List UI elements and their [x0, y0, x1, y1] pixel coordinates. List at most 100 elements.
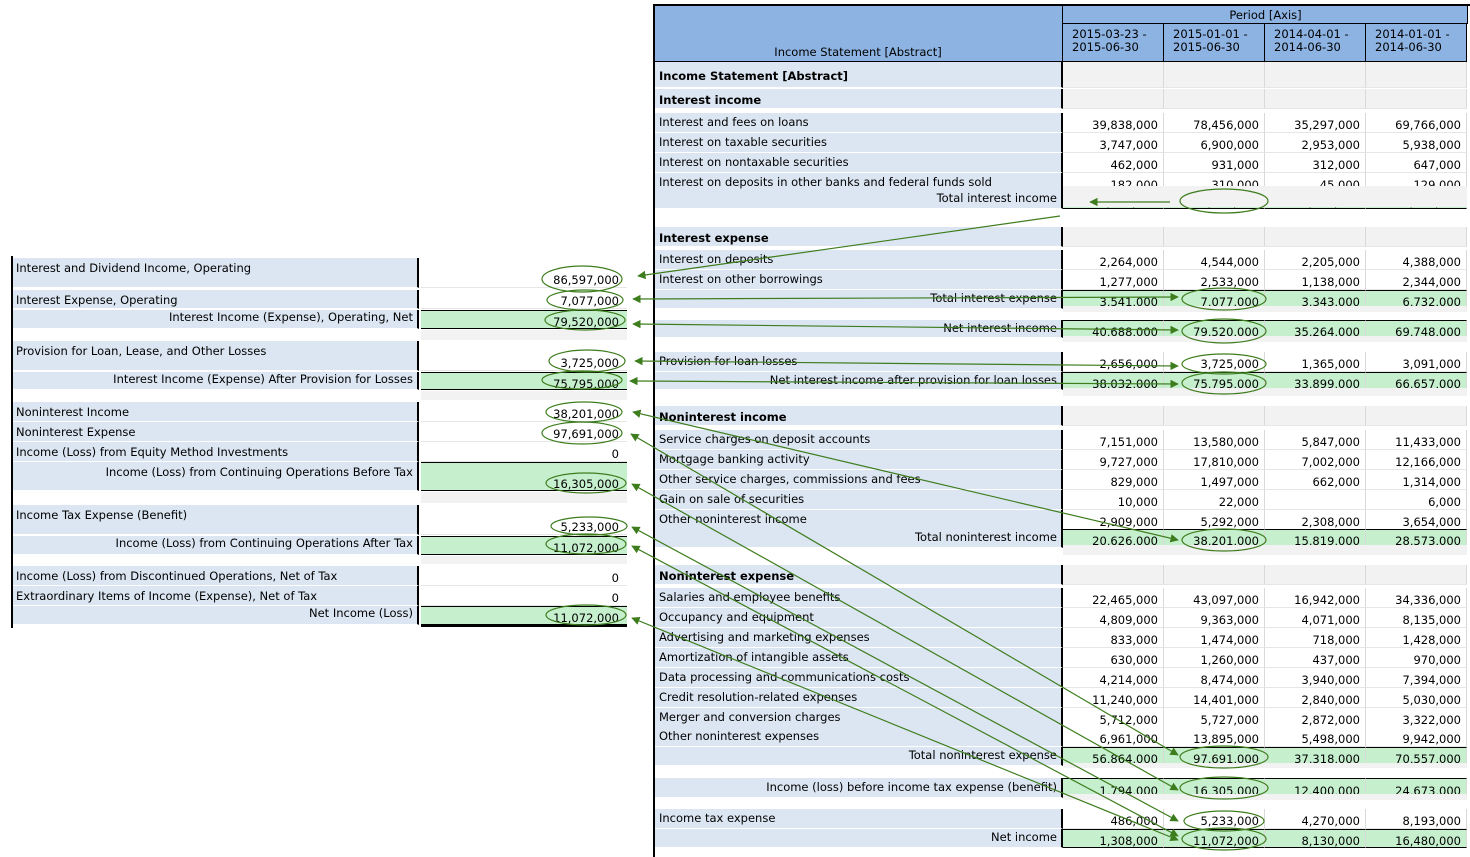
value-cell: 5,292,000 — [1164, 510, 1265, 530]
value-cell: 5,727,000 — [1164, 708, 1265, 728]
left-row-label: Income (Loss) from Equity Method Investm… — [13, 442, 419, 462]
abstract-header-cell: Income Statement [Abstract] — [655, 6, 1063, 62]
left-value-cell: 3,725,000 — [421, 341, 627, 371]
value-cell: 8,135,000 — [1366, 608, 1467, 628]
value-cell: 22,000 — [1164, 490, 1265, 510]
left-value-cell: 5,233,000 — [421, 505, 627, 535]
value-cell: 2,533,000 — [1164, 270, 1265, 290]
row-label: Credit resolution-related expenses — [655, 688, 1063, 708]
blank-cell — [1366, 545, 1467, 555]
row-label: Mortgage banking activity — [655, 450, 1063, 470]
left-row-label: Noninterest Income — [13, 402, 419, 422]
value-cell: 970,000 — [1366, 648, 1467, 668]
left-row-label: Interest Income (Expense), Operating, Ne… — [13, 310, 419, 329]
left-value-cell: 0 — [421, 586, 627, 606]
period-header-4: 2014-01-01 - 2014-06-30 — [1366, 24, 1467, 62]
value-cell: 13,580,000 — [1164, 430, 1265, 450]
row-label: Interest on other borrowings — [655, 270, 1063, 290]
value-cell: 1,260,000 — [1164, 648, 1265, 668]
value-cell: 5,938,000 — [1366, 133, 1467, 153]
value-cell: 35,297,000 — [1265, 113, 1366, 133]
blank-cell — [1164, 545, 1265, 555]
blank-cell — [1063, 186, 1164, 207]
value-cell: 437,000 — [1265, 648, 1366, 668]
value-cell: 662,000 — [1265, 470, 1366, 490]
row-label: Total noninterest expense — [655, 747, 1063, 766]
blank-cell — [1164, 763, 1265, 768]
value-cell: 2,308,000 — [1265, 510, 1366, 530]
value-cell: 2,264,000 — [1063, 250, 1164, 270]
value-cell — [1265, 62, 1366, 88]
row-label: Total noninterest income — [655, 529, 1063, 548]
value-cell: 3,091,000 — [1366, 352, 1467, 372]
blank-cell — [1164, 336, 1265, 342]
blank-cell — [1164, 306, 1265, 312]
value-cell: 5,847,000 — [1265, 430, 1366, 450]
value-cell: 1,277,000 — [1063, 270, 1164, 290]
row-label: Salaries and employee benefits — [655, 588, 1063, 608]
blank-cell — [1366, 763, 1467, 768]
left-table-bottom-rule — [421, 625, 627, 627]
left-row-label: Interest Income (Expense) After Provisio… — [13, 372, 419, 390]
value-cell: 4,809,000 — [1063, 608, 1164, 628]
left-value-cell: 16,305,000 — [421, 462, 627, 491]
left-value-cell: 7,077,000 — [421, 290, 627, 309]
value-cell: 11,433,000 — [1366, 430, 1467, 450]
row-label: Net income — [655, 829, 1063, 848]
blank-cell — [1063, 388, 1164, 396]
left-row-label: Income Tax Expense (Benefit) — [13, 505, 419, 535]
blank-cell — [1265, 306, 1366, 312]
value-cell — [1366, 227, 1467, 247]
value-cell: 8,474,000 — [1164, 668, 1265, 688]
value-cell: 7,002,000 — [1265, 450, 1366, 470]
value-cell: 9,727,000 — [1063, 450, 1164, 470]
left-row-label: Income (Loss) from Continuing Operations… — [13, 536, 419, 555]
value-cell: 5,030,000 — [1366, 688, 1467, 708]
blank-cell — [1366, 336, 1467, 342]
value-cell: 9,942,000 — [1366, 727, 1467, 747]
value-cell — [1265, 490, 1366, 510]
value-cell: 1,138,000 — [1265, 270, 1366, 290]
value-cell — [1063, 227, 1164, 247]
row-label: Interest and fees on loans — [655, 113, 1063, 133]
blank-cell — [1164, 186, 1265, 207]
value-cell — [1164, 227, 1265, 247]
value-cell — [1164, 89, 1265, 109]
value-cell: 833,000 — [1063, 628, 1164, 648]
row-label: Other service charges, commissions and f… — [655, 470, 1063, 490]
period-header-3: 2014-04-01 - 2014-06-30 — [1265, 24, 1366, 62]
value-cell — [1164, 406, 1265, 426]
value-cell: 3,940,000 — [1265, 668, 1366, 688]
value-cell: 5,498,000 — [1265, 727, 1366, 747]
row-label: Interest income — [655, 89, 1063, 109]
value-cell — [1063, 565, 1164, 585]
value-cell: 2,840,000 — [1265, 688, 1366, 708]
blank-cell — [1366, 388, 1467, 396]
value-cell: 69,766,000 — [1366, 113, 1467, 133]
value-cell: 718,000 — [1265, 628, 1366, 648]
row-label: Income tax expense — [655, 809, 1063, 829]
value-cell: 1,308,000 — [1063, 829, 1164, 848]
value-cell — [1063, 62, 1164, 88]
value-cell — [1265, 227, 1366, 247]
row-label: Total interest income — [655, 190, 1063, 209]
left-blank-cell — [421, 330, 627, 340]
row-label: Provision for loan losses — [655, 352, 1063, 372]
value-cell — [1366, 62, 1467, 88]
value-cell: 34,336,000 — [1366, 588, 1467, 608]
value-cell: 312,000 — [1265, 153, 1366, 173]
left-value-cell: 0 — [421, 442, 627, 462]
blank-cell — [1265, 336, 1366, 342]
blank-cell — [1366, 186, 1467, 207]
row-label: Amortization of intangible assets — [655, 648, 1063, 668]
row-label: Merger and conversion charges — [655, 708, 1063, 728]
blank-cell — [1265, 186, 1366, 207]
row-label: Interest on nontaxable securities — [655, 153, 1063, 173]
value-cell: 2,953,000 — [1265, 133, 1366, 153]
row-label: Interest on taxable securities — [655, 133, 1063, 153]
left-row-label: Extraordinary Items of Income (Expense),… — [13, 586, 419, 606]
blank-cell — [1265, 794, 1366, 800]
left-value-cell: 11,072,000 — [421, 606, 627, 625]
value-cell: 43,097,000 — [1164, 588, 1265, 608]
value-cell — [1063, 89, 1164, 109]
